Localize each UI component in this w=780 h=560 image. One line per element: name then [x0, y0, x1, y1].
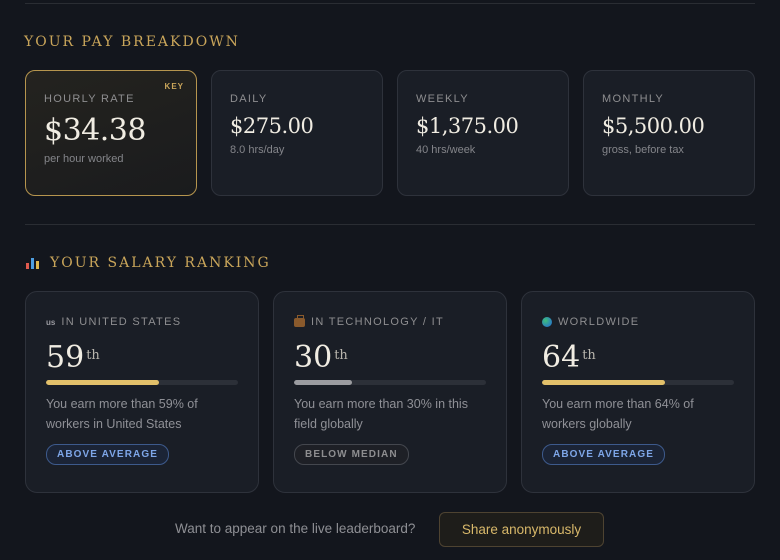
pay-card-sub: 8.0 hrs/day	[230, 144, 285, 156]
percentile-bar	[46, 380, 238, 385]
pay-card-label: WEEKLY	[416, 93, 469, 105]
pay-card-hourly: KEY HOURLY RATE $34.38 per hour worked	[25, 70, 197, 196]
rank-card-worldwide: WORLDWIDE 64th You earn more than 64% of…	[521, 291, 755, 493]
rank-card-country: us IN UNITED STATES 59th You earn more t…	[25, 291, 259, 493]
pay-breakdown-title: YOUR PAY BREAKDOWN	[24, 34, 240, 50]
rank-description: You earn more than 64% of workers global…	[542, 397, 694, 431]
percentile-bar-fill	[294, 380, 352, 385]
status-badge: ABOVE AVERAGE	[542, 444, 665, 465]
salary-ranking-title: YOUR SALARY RANKING	[26, 255, 271, 271]
globe-icon	[542, 317, 552, 327]
pay-card-sub: per hour worked	[44, 153, 124, 165]
pay-card-value: $34.38	[44, 113, 146, 148]
us-flag-icon: us	[46, 317, 56, 327]
pay-card-daily: DAILY $275.00 8.0 hrs/day	[211, 70, 383, 196]
pay-card-monthly: MONTHLY $5,500.00 gross, before tax	[583, 70, 755, 196]
status-badge: ABOVE AVERAGE	[46, 444, 169, 465]
rank-card-label: us IN UNITED STATES	[46, 316, 182, 328]
rank-number: 64th	[542, 340, 596, 375]
section-divider	[25, 224, 755, 225]
pay-card-label: DAILY	[230, 93, 268, 105]
percentile-bar-fill	[46, 380, 160, 385]
rank-card-industry: IN TECHNOLOGY / IT 30th You earn more th…	[273, 291, 507, 493]
status-badge: BELOW MEDIAN	[294, 444, 409, 465]
pay-card-value: $5,500.00	[602, 114, 705, 138]
percentile-bar	[294, 380, 486, 385]
key-badge: KEY	[164, 82, 184, 91]
pay-card-weekly: WEEKLY $1,375.00 40 hrs/week	[397, 70, 569, 196]
rank-number: 30th	[294, 340, 348, 375]
rank-card-label: WORLDWIDE	[542, 316, 734, 328]
percentile-bar-fill	[542, 380, 665, 385]
top-divider	[25, 3, 755, 4]
rank-description: You earn more than 30% in this field glo…	[294, 397, 468, 431]
share-anonymously-button[interactable]: Share anonymously	[439, 512, 604, 547]
pay-card-sub: gross, before tax	[602, 144, 684, 156]
rank-card-label: IN TECHNOLOGY / IT	[294, 314, 486, 328]
pay-card-sub: 40 hrs/week	[416, 144, 476, 156]
rank-number: 59th	[46, 340, 100, 375]
briefcase-icon	[294, 314, 305, 327]
leaderboard-prompt: Want to appear on the live leaderboard?	[175, 521, 416, 536]
pay-card-value: $275.00	[230, 114, 314, 138]
bar-chart-icon	[26, 257, 40, 269]
percentile-bar	[542, 380, 734, 385]
pay-card-label: HOURLY RATE	[44, 93, 135, 105]
rank-description: You earn more than 59% of workers in Uni…	[46, 397, 198, 431]
pay-card-value: $1,375.00	[416, 114, 519, 138]
pay-card-label: MONTHLY	[602, 93, 665, 105]
